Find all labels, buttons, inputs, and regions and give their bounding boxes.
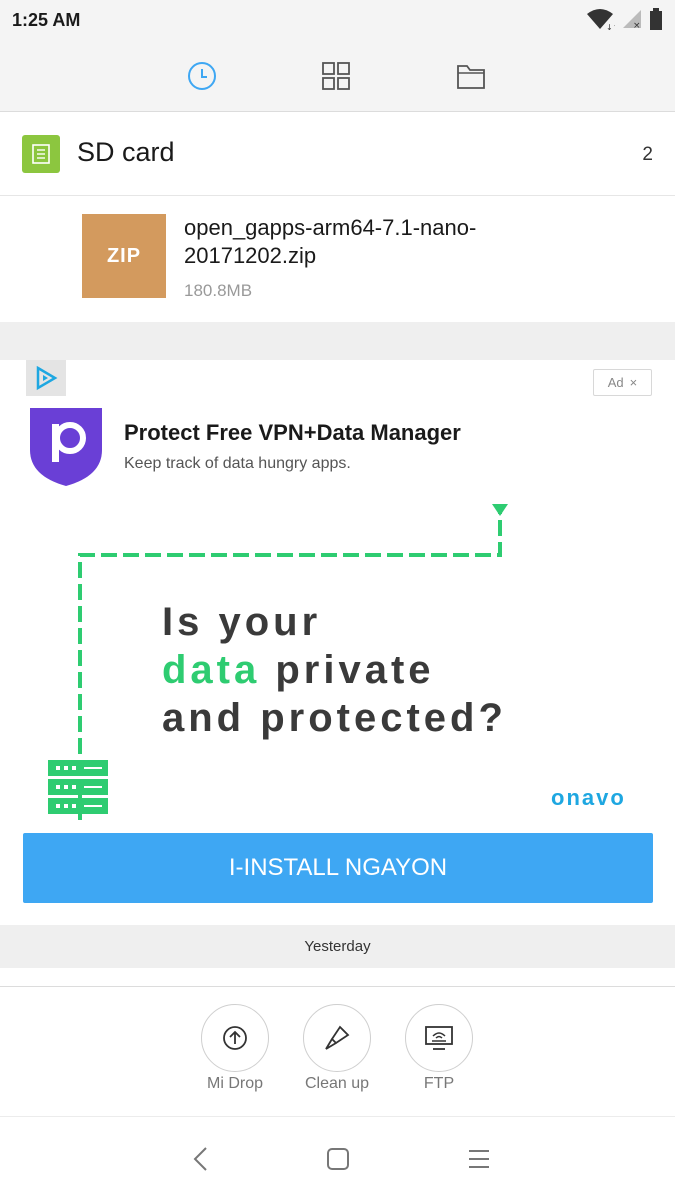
divider xyxy=(0,322,675,360)
spacer xyxy=(0,968,675,986)
tab-categories[interactable] xyxy=(316,58,356,98)
folder-icon xyxy=(456,62,486,95)
file-list-item[interactable]: ZIP open_gapps-arm64-7.1-nano-20171202.z… xyxy=(0,197,675,322)
back-icon xyxy=(191,1146,211,1177)
sd-card-header[interactable]: SD card 2 xyxy=(0,113,675,196)
clean-up-label: Clean up xyxy=(304,1075,370,1092)
tab-folders[interactable] xyxy=(451,58,491,98)
svg-text:×: × xyxy=(633,21,641,30)
server-icon xyxy=(48,758,108,818)
menu-button[interactable] xyxy=(459,1141,499,1181)
ad-description: Keep track of data hungry apps. xyxy=(124,455,351,472)
close-icon[interactable]: × xyxy=(630,375,638,390)
ad-headline-line-3: and protected? xyxy=(162,696,507,740)
home-icon xyxy=(326,1147,350,1176)
status-time: 1:25 AM xyxy=(12,10,81,30)
clean-up-button[interactable]: Clean up xyxy=(292,1004,382,1104)
brush-icon xyxy=(303,1004,371,1072)
sd-card-icon xyxy=(22,135,60,173)
ftp-label: FTP xyxy=(423,1075,455,1092)
mi-drop-label: Mi Drop xyxy=(206,1075,263,1092)
ad-headline-line-2: data private xyxy=(162,648,435,693)
ad-headline-rest: private xyxy=(260,648,435,692)
clock-icon xyxy=(186,60,218,97)
item-count: 2 xyxy=(642,144,653,165)
svg-text:↓↑: ↓↑ xyxy=(606,23,615,31)
ad-label: Ad xyxy=(607,375,624,390)
mi-drop-button[interactable]: Mi Drop xyxy=(190,1004,280,1104)
status-bar: 1:25 AM ↓↑ × xyxy=(0,0,675,44)
file-size: 180.8MB xyxy=(184,281,253,300)
ad-card[interactable]: Ad × Protect Free VPN+Data Manager Keep … xyxy=(0,360,675,925)
signal-icon: × xyxy=(621,8,643,35)
section-title: SD card xyxy=(77,137,175,167)
battery-icon xyxy=(649,7,663,35)
ad-headline-highlight: data xyxy=(162,648,261,692)
ad-title: Protect Free VPN+Data Manager xyxy=(124,420,461,445)
app-logo-icon xyxy=(26,404,106,488)
tab-bar xyxy=(0,44,675,112)
tab-recent[interactable] xyxy=(182,58,222,98)
file-type-label: ZIP xyxy=(106,244,142,267)
ad-badge[interactable]: Ad × xyxy=(593,369,652,396)
ad-graphic: Is your data private and protected? xyxy=(0,500,675,820)
brand-logo: onavo xyxy=(551,785,626,810)
wifi-icon: ↓↑ xyxy=(585,7,619,36)
home-button[interactable] xyxy=(318,1141,358,1181)
adchoices-icon[interactable] xyxy=(26,360,66,396)
file-name: open_gapps-arm64-7.1-nano-20171202.zip xyxy=(184,215,477,268)
back-button[interactable] xyxy=(181,1141,221,1181)
computer-icon xyxy=(405,1004,473,1072)
ftp-button[interactable]: FTP xyxy=(394,1004,484,1104)
status-icons: ↓↑ × xyxy=(585,7,663,36)
install-button[interactable]: I-INSTALL NGAYON xyxy=(23,833,653,903)
upload-icon xyxy=(201,1004,269,1072)
menu-icon xyxy=(467,1148,491,1175)
grid-icon xyxy=(321,61,351,96)
tools-bar: Mi Drop Clean up FTP xyxy=(0,986,675,1116)
navigation-bar xyxy=(0,1116,675,1200)
date-group-header: Yesterday xyxy=(0,925,675,968)
zip-file-icon: ZIP xyxy=(82,214,166,298)
ad-headline-line-1: Is your xyxy=(162,600,322,644)
